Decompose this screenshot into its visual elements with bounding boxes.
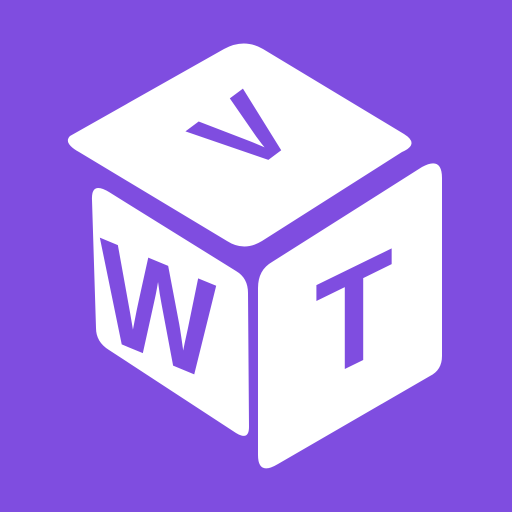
letter-cube-logo: V W T: [0, 0, 512, 512]
app-icon: V W T: [0, 0, 512, 512]
